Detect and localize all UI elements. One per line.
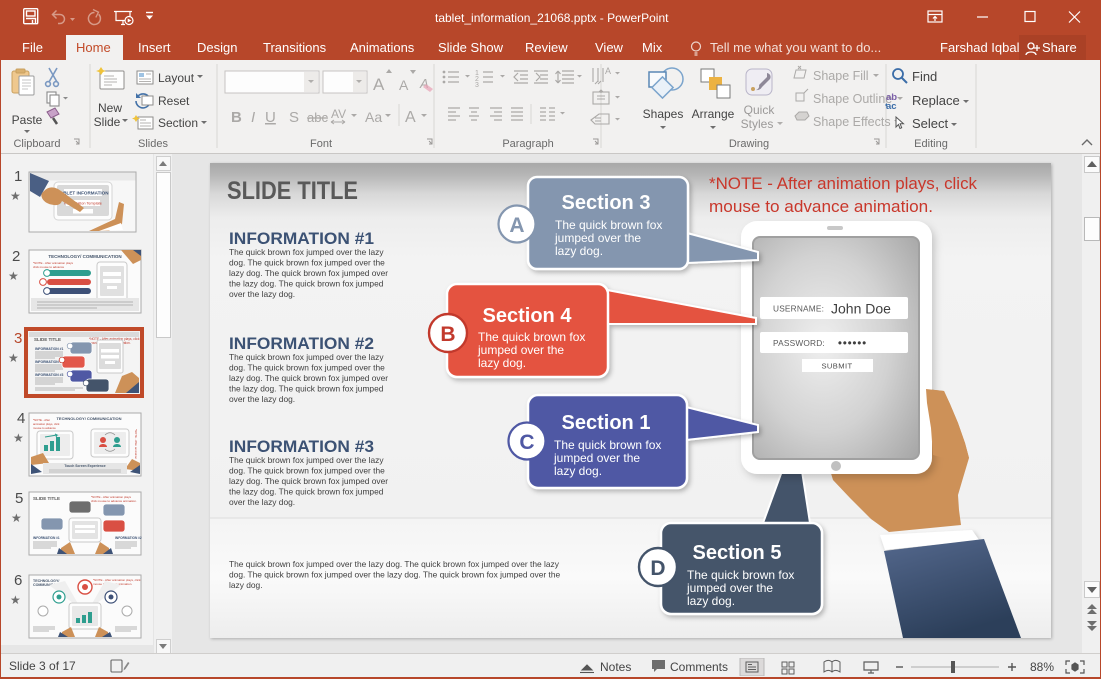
svg-text:A: A [399,77,409,93]
svg-text:S: S [289,109,299,126]
svg-text:mouse to advance animation.: mouse to advance animation. [709,198,933,216]
svg-text:AV: AV [331,107,346,121]
svg-text:SUBMIT: SUBMIT [821,362,852,371]
svg-text:Shape Fill: Shape Fill [813,69,869,83]
svg-text:A: A [605,66,611,76]
svg-text:D: D [650,557,665,580]
svg-text:5: 5 [15,490,23,507]
svg-text:I: I [251,109,255,126]
svg-text:Font: Font [310,138,332,150]
svg-text:Section 1: Section 1 [562,412,651,434]
svg-text:Touch Screen Experience: Touch Screen Experience [64,464,105,468]
svg-text:INFORMATION #1: INFORMATION #1 [35,347,63,351]
svg-text:SLIDE TITLE: SLIDE TITLE [227,177,358,205]
svg-text:*NOTE - After animation plays,: *NOTE - After animation plays, click [709,175,978,193]
svg-text:★: ★ [8,269,19,283]
svg-text:abc: abc [307,110,328,125]
svg-text:Shape Effects: Shape Effects [813,115,891,129]
svg-text:Layout: Layout [158,71,195,85]
svg-text:••••••: •••••• [838,338,867,350]
svg-text:Replace: Replace [912,93,960,108]
svg-text:★: ★ [11,511,22,525]
svg-text:4: 4 [17,410,25,427]
svg-text:INFORMATION #2: INFORMATION #2 [229,335,374,353]
svg-text:INFORMATION #2: INFORMATION #2 [115,536,142,540]
svg-text:Editing: Editing [914,138,948,150]
svg-text:★: ★ [10,189,21,203]
svg-text:INFORMATION #3: INFORMATION #3 [35,373,63,377]
svg-text:ac: ac [886,101,897,112]
svg-text:Find: Find [912,69,937,84]
svg-text:B: B [440,323,455,346]
svg-text:Aa: Aa [365,109,382,125]
svg-text:C: C [519,431,534,454]
svg-text:Styles: Styles [741,117,774,131]
svg-text:INFORMATION #1: INFORMATION #1 [33,536,60,540]
svg-text:INFORMATION #3: INFORMATION #3 [229,438,374,456]
svg-text:Slide: Slide [94,115,121,129]
svg-text:U: U [265,109,276,126]
svg-text:Comments: Comments [670,660,728,674]
svg-text:A: A [373,75,385,94]
svg-text:click mouse to advance animati: click mouse to advance animation. [91,499,137,503]
svg-text:*NOTE - After animation: *NOTE - After animation [134,429,138,459]
svg-text:USERNAME:: USERNAME: [773,304,824,314]
svg-text:1: 1 [14,168,22,185]
svg-text:Reset: Reset [158,94,190,108]
svg-text:6: 6 [14,572,22,589]
svg-text:Paste: Paste [12,113,43,127]
svg-text:John Doe: John Doe [831,301,891,317]
svg-text:Arrange: Arrange [692,107,735,121]
svg-text:New: New [98,101,122,115]
svg-text:2: 2 [12,248,20,265]
svg-text:Select: Select [912,116,949,131]
svg-text:Paragraph: Paragraph [502,138,553,150]
svg-text:3: 3 [14,330,22,347]
svg-text:3: 3 [475,82,479,89]
svg-text:Notes: Notes [600,660,631,674]
svg-text:★: ★ [10,593,21,607]
svg-text:SLIDE TITLE: SLIDE TITLE [33,496,60,501]
svg-text:B: B [231,109,242,126]
svg-text:A: A [509,214,524,237]
svg-text:Section 4: Section 4 [483,305,573,327]
svg-text:click mouse to advance: click mouse to advance [33,265,65,269]
svg-text:SLIDE TITLE: SLIDE TITLE [34,337,61,342]
svg-text:PASSWORD:: PASSWORD: [773,338,825,348]
svg-text:Quick: Quick [744,103,776,117]
svg-text:★: ★ [13,431,24,445]
svg-text:Clipboard: Clipboard [13,138,60,150]
svg-text:Shapes: Shapes [643,107,684,121]
svg-text:Shape Outline: Shape Outline [813,92,892,106]
svg-text:mouse to advance: mouse to advance [33,426,56,430]
svg-text:Section 3: Section 3 [562,192,651,214]
svg-text:A: A [405,109,416,126]
svg-text:INFORMATION #1: INFORMATION #1 [229,230,374,248]
svg-text:TECHNOLOGY/ COMMUNICATION: TECHNOLOGY/ COMMUNICATION [56,416,121,421]
svg-text:88%: 88% [1030,660,1054,674]
svg-text:TECHNOLOGY/ COMMUNICATION: TECHNOLOGY/ COMMUNICATION [48,254,121,259]
svg-text:★: ★ [8,351,19,365]
svg-text:Section: Section [158,116,198,130]
svg-text:Slides: Slides [138,138,168,150]
svg-text:Drawing: Drawing [729,138,769,150]
svg-text:Section 5: Section 5 [693,542,782,564]
